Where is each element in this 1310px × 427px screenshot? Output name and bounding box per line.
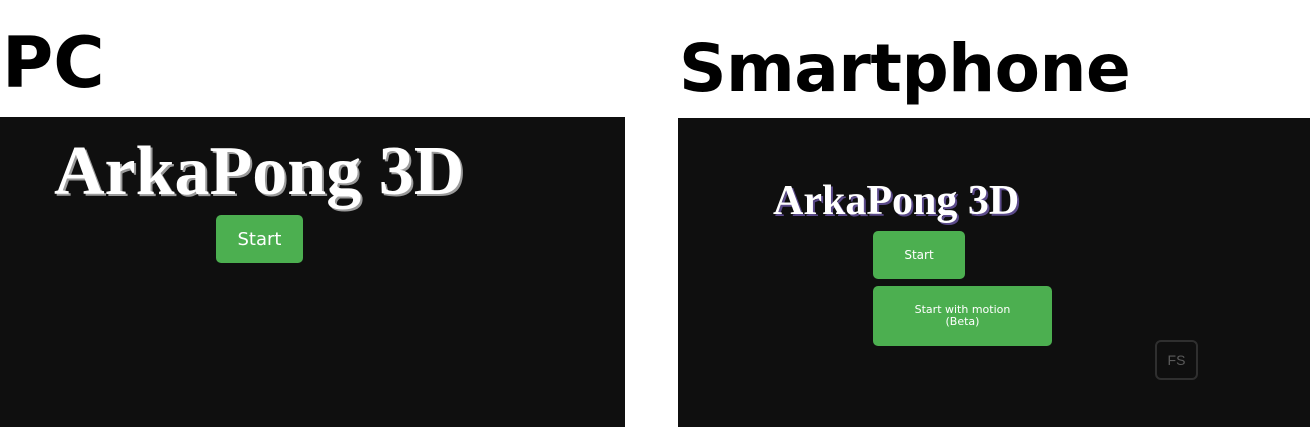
smartphone-start-button[interactable]: Start: [873, 231, 965, 279]
smartphone-game-screen: ArkaPong 3D Start Start with motion (Bet…: [678, 118, 1310, 427]
pc-heading: PC: [2, 22, 105, 104]
smartphone-heading: Smartphone: [679, 30, 1131, 107]
pc-game-screen: ArkaPong 3D Start: [0, 117, 625, 427]
beta-label: (Beta): [945, 315, 980, 328]
pc-game-title: ArkaPong 3D: [54, 133, 465, 210]
start-with-motion-button[interactable]: Start with motion (Beta): [873, 286, 1052, 346]
pc-start-button[interactable]: Start: [216, 215, 303, 263]
fullscreen-button[interactable]: FS: [1155, 340, 1198, 380]
smartphone-game-title: ArkaPong 3D: [773, 178, 1020, 224]
